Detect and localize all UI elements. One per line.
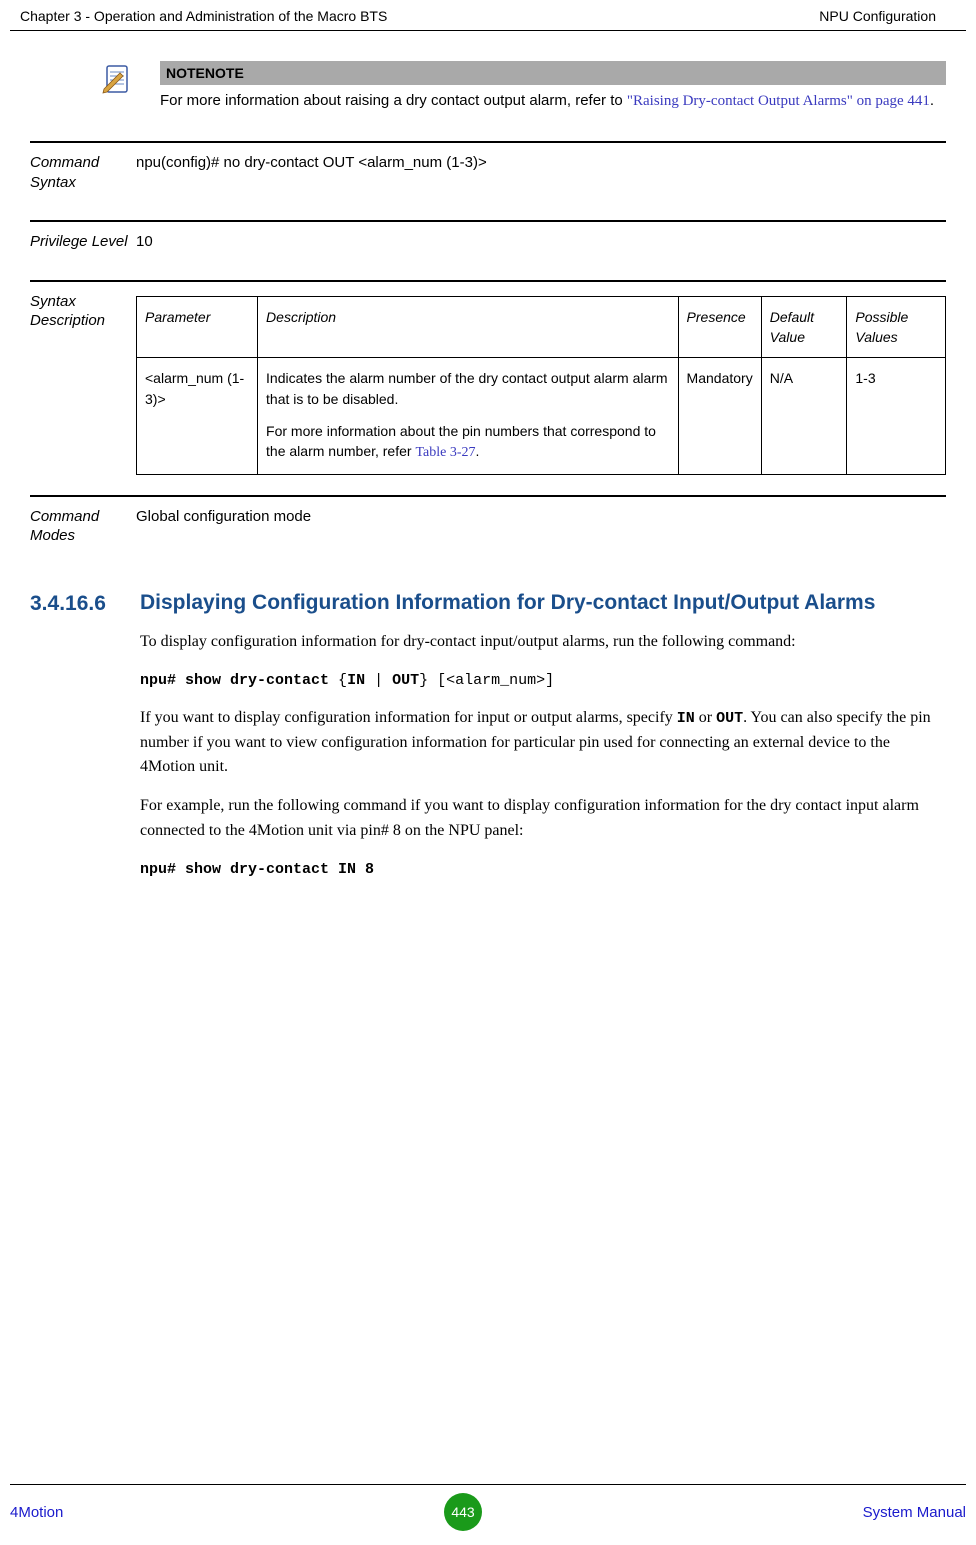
header-left: Chapter 3 - Operation and Administration… (20, 8, 387, 24)
section-p2: If you want to display configuration inf… (140, 706, 946, 780)
note-link[interactable]: "Raising Dry-contact Output Alarms" on p… (627, 93, 930, 109)
cmd1-in: IN (347, 672, 365, 689)
note-block: NOTENOTE For more information about rais… (100, 61, 946, 111)
footer-left: 4Motion (10, 1504, 63, 1521)
table-row: <alarm_num (1-3)> Indicates the alarm nu… (137, 358, 946, 474)
privilege-level-row: Privilege Level 10 (30, 220, 946, 272)
header-right: NPU Configuration (819, 8, 936, 24)
syntax-description-value: Parameter Description Presence Default V… (130, 292, 946, 475)
command-syntax-value: npu(config)# no dry-contact OUT <alarm_n… (130, 153, 946, 192)
p2-out: OUT (716, 710, 743, 727)
command-modes-label: Command Modes (30, 507, 130, 546)
td-desc-p2: For more information about the pin numbe… (266, 421, 670, 464)
privilege-level-label: Privilege Level (30, 232, 130, 252)
cmd1-bold: npu# show dry-contact (140, 672, 338, 689)
cmd1-out: OUT (392, 672, 419, 689)
note-text-suffix: . (930, 92, 934, 109)
command-modes-row: Command Modes Global configuration mode (30, 495, 946, 560)
command-syntax-label: Command Syntax (30, 153, 130, 192)
p2-a: If you want to display configuration inf… (140, 709, 677, 726)
command-line-1: npu# show dry-contact {IN | OUT} [<alarm… (140, 669, 946, 692)
cmd1-rest: {IN | OUT} [<alarm_num>] (338, 672, 554, 689)
command-modes-value: Global configuration mode (130, 507, 946, 546)
footer-right: System Manual (863, 1504, 966, 1521)
td-parameter: <alarm_num (1-3)> (137, 358, 258, 474)
page-header: Chapter 3 - Operation and Administration… (10, 0, 966, 31)
section-p3: For example, run the following command i… (140, 794, 946, 844)
note-label: NOTENOTE (160, 61, 946, 85)
syntax-description-row: Syntax Description Parameter Description… (30, 280, 946, 487)
td-desc-p2-suffix: . (476, 443, 480, 459)
td-default-value: N/A (761, 358, 847, 474)
table-link[interactable]: Table 3-27 (415, 445, 475, 460)
th-parameter: Parameter (137, 296, 258, 358)
command-line-2: npu# show dry-contact IN 8 (140, 858, 946, 881)
note-text-prefix: For more information about raising a dry… (160, 92, 627, 109)
syntax-description-label: Syntax Description (30, 292, 130, 475)
td-description: Indicates the alarm number of the dry co… (258, 358, 679, 474)
page-number: 443 (444, 1493, 482, 1531)
td-presence: Mandatory (678, 358, 761, 474)
th-possible-values: Possible Values (847, 296, 946, 358)
td-possible-values: 1-3 (847, 358, 946, 474)
page-content: NOTENOTE For more information about rais… (0, 31, 976, 895)
note-text: For more information about raising a dry… (160, 85, 946, 111)
th-default-value: Default Value (761, 296, 847, 358)
syntax-table: Parameter Description Presence Default V… (136, 296, 946, 475)
note-icon (100, 61, 140, 111)
p2-b: or (695, 709, 716, 726)
page-footer: 4Motion 443 System Manual (10, 1484, 966, 1531)
p2-in: IN (677, 710, 695, 727)
th-description: Description (258, 296, 679, 358)
section: 3.4.16.6 Displaying Configuration Inform… (30, 590, 946, 896)
privilege-level-value: 10 (130, 232, 946, 252)
th-presence: Presence (678, 296, 761, 358)
command-syntax-row: Command Syntax npu(config)# no dry-conta… (30, 141, 946, 212)
section-p1: To display configuration information for… (140, 630, 946, 655)
td-desc-p1: Indicates the alarm number of the dry co… (266, 368, 670, 409)
section-number: 3.4.16.6 (30, 590, 140, 896)
table-header-row: Parameter Description Presence Default V… (137, 296, 946, 358)
section-title: Displaying Configuration Information for… (140, 590, 946, 616)
